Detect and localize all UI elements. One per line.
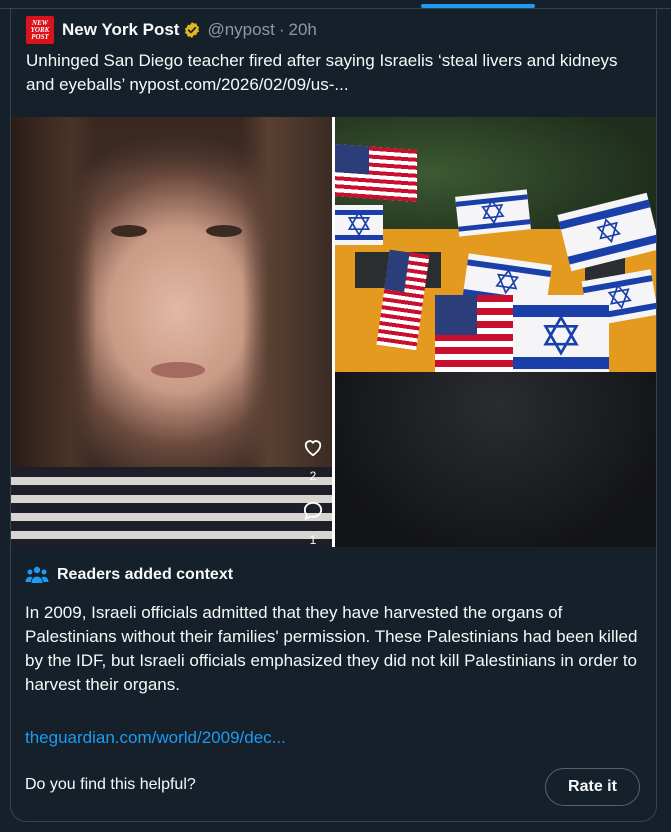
- community-note-title: Readers added context: [57, 566, 234, 583]
- people-icon: [25, 566, 49, 583]
- avatar[interactable]: NEW YORK POST: [26, 16, 54, 44]
- display-name[interactable]: New York Post: [62, 20, 179, 40]
- community-note-header: Readers added context: [25, 565, 233, 585]
- image-israel-flag: ✡: [335, 205, 383, 245]
- image-shirt: [11, 467, 332, 547]
- media-image-rally[interactable]: ✡ ✡ ✡ ✡ ✡ ✡: [335, 117, 656, 547]
- like-count: 2: [309, 469, 317, 483]
- image-israel-flag: ✡: [455, 189, 531, 237]
- quoted-tweet-header: NEW YORK POST New York Post @nypost · 20…: [26, 16, 317, 44]
- separator-dot: ·: [278, 20, 285, 39]
- image-mouth: [151, 362, 205, 378]
- comment-count: 1: [309, 533, 317, 547]
- image-eye-right: [206, 225, 242, 237]
- avatar-text-3: POST: [31, 32, 49, 41]
- media-grid[interactable]: 2 1 ✡ ✡ ✡ ✡ ✡ ✡: [11, 117, 656, 547]
- rate-it-button[interactable]: Rate it: [545, 768, 640, 806]
- timestamp[interactable]: 20h: [289, 20, 317, 40]
- community-note-source-link[interactable]: theguardian.com/world/2009/dec...: [25, 728, 286, 748]
- tweet-text: Unhinged San Diego teacher fired after s…: [26, 51, 618, 94]
- media-image-teacher[interactable]: 2 1: [11, 117, 332, 547]
- image-crowd: [335, 372, 656, 547]
- community-note-body: In 2009, Israeli officials admitted that…: [25, 603, 638, 694]
- heart-icon: [301, 437, 325, 460]
- image-israel-banner: ✡: [513, 295, 609, 379]
- image-us-banner: [435, 295, 515, 375]
- active-tab-indicator: [421, 4, 535, 8]
- image-us-flag: [335, 144, 417, 202]
- helpful-prompt: Do you find this helpful?: [25, 776, 196, 793]
- comment-bubble-icon: [301, 501, 325, 524]
- quoted-tweet-card[interactable]: NEW YORK POST New York Post @nypost · 20…: [10, 9, 657, 822]
- gold-verified-badge-icon[interactable]: [183, 21, 201, 39]
- handle[interactable]: @nypost: [207, 20, 274, 40]
- image-eye-left: [111, 225, 147, 237]
